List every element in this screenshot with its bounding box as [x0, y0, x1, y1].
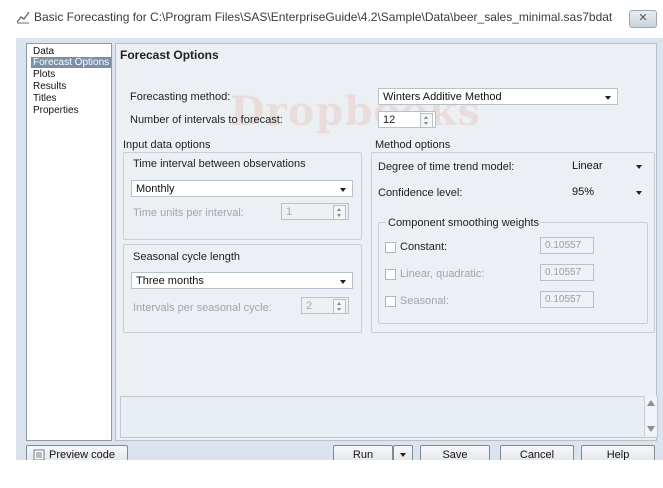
nav-item-titles[interactable]: Titles	[31, 93, 59, 104]
forecasting-method-value: Winters Additive Method	[383, 91, 502, 103]
nav-item-plots[interactable]: Plots	[31, 69, 57, 80]
chevron-down-icon	[636, 165, 642, 169]
trend-degree-value: Linear	[572, 160, 603, 172]
smoothing-weights-label: Component smoothing weights	[386, 217, 542, 229]
confidence-level-value: 95%	[572, 186, 595, 198]
nav-item-properties[interactable]: Properties	[31, 105, 81, 116]
chevron-down-icon	[400, 453, 406, 457]
linear-quadratic-weight-value[interactable]: 0.10557	[540, 264, 594, 281]
seasonal-weight-value[interactable]: 0.10557	[540, 291, 594, 308]
forecast-chart-icon	[16, 11, 30, 24]
forecasting-method-select[interactable]: Winters Additive Method	[378, 88, 618, 105]
time-units-label: Time units per interval:	[133, 207, 244, 219]
intervals-to-forecast-label: Number of intervals to forecast:	[130, 114, 283, 126]
trend-degree-select[interactable]: Linear	[568, 158, 648, 175]
intervals-per-cycle-label: Intervals per seasonal cycle:	[133, 302, 272, 314]
intervals-to-forecast-stepper[interactable]: 12	[378, 111, 436, 128]
seasonal-weight-label: Seasonal:	[400, 295, 449, 307]
options-nav-list: Data Forecast Options Plots Results Titl…	[26, 43, 112, 441]
trend-degree-label: Degree of time trend model:	[378, 161, 515, 173]
method-options-label: Method options	[375, 139, 451, 151]
chevron-down-icon	[605, 96, 611, 100]
linear-quadratic-checkbox[interactable]	[385, 269, 396, 280]
seasonal-cycle-value: Three months	[136, 275, 204, 287]
page-title: Forecast Options	[120, 48, 219, 62]
linear-quadratic-weight-label: Linear, quadratic:	[400, 268, 485, 280]
stepper-arrows-icon[interactable]	[420, 113, 433, 128]
chevron-down-icon	[340, 280, 346, 284]
seasonal-cycle-label: Seasonal cycle length	[133, 251, 241, 263]
seasonal-cycle-select[interactable]: Three months	[131, 272, 353, 289]
message-area	[120, 396, 658, 438]
close-button[interactable]: ✕	[629, 10, 657, 28]
window-title: Basic Forecasting for C:\Program Files\S…	[34, 10, 613, 24]
confidence-level-select[interactable]: 95%	[568, 184, 648, 201]
intervals-to-forecast-value: 12	[383, 114, 396, 126]
time-interval-select[interactable]: Monthly	[131, 180, 353, 197]
chevron-down-icon	[636, 191, 642, 195]
time-units-stepper[interactable]: 1	[281, 203, 349, 220]
time-interval-value: Monthly	[136, 183, 175, 195]
time-units-value: 1	[286, 206, 293, 218]
seasonal-checkbox[interactable]	[385, 296, 396, 307]
constant-weight-value[interactable]: 0.10557	[540, 237, 594, 254]
nav-item-forecast-options[interactable]: Forecast Options	[31, 57, 112, 68]
bottom-strip	[0, 460, 663, 488]
intervals-per-cycle-stepper[interactable]: 2	[301, 297, 349, 314]
chevron-down-icon	[340, 188, 346, 192]
scroll-up-icon[interactable]	[647, 400, 655, 406]
nav-item-data[interactable]: Data	[31, 46, 56, 57]
time-interval-label: Time interval between observations	[133, 158, 306, 170]
intervals-per-cycle-value: 2	[306, 300, 313, 312]
confidence-level-label: Confidence level:	[378, 187, 463, 199]
stepper-arrows-icon[interactable]	[333, 205, 346, 220]
constant-checkbox[interactable]	[385, 242, 396, 253]
constant-weight-label: Constant:	[400, 241, 448, 253]
input-data-options-label: Input data options	[123, 139, 211, 151]
message-scrollbar[interactable]	[644, 396, 657, 436]
forecasting-method-label: Forecasting method:	[130, 91, 231, 103]
nav-item-results[interactable]: Results	[31, 81, 68, 92]
stepper-arrows-icon[interactable]	[333, 299, 346, 314]
scroll-down-icon[interactable]	[647, 426, 655, 432]
